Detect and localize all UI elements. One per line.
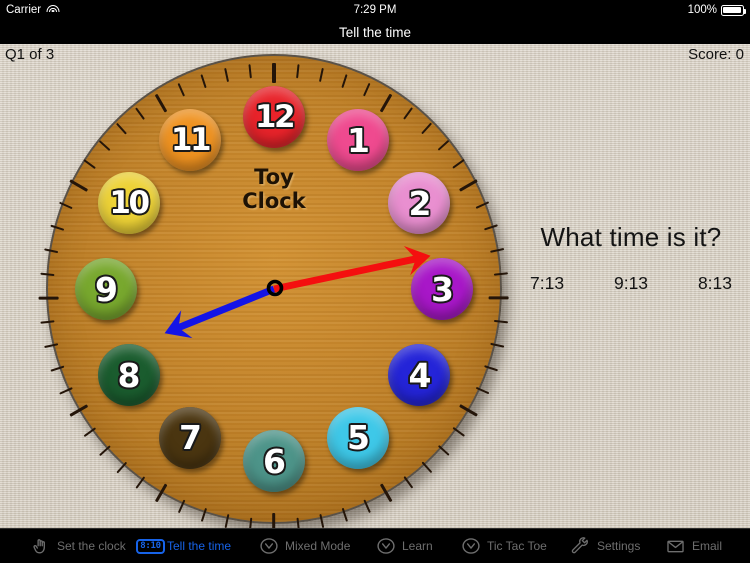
battery-percent-label: 100% bbox=[687, 4, 717, 16]
bottom-toolbar: Set the clock 8:10 Tell the time Mixed Mode… bbox=[0, 528, 750, 563]
hour-hand[interactable] bbox=[164, 285, 276, 339]
nav-bar: Tell the time bbox=[0, 20, 750, 44]
score-label: Score: 0 bbox=[688, 46, 744, 63]
clock-hands[interactable] bbox=[46, 54, 502, 524]
toolbar-item-label: Tell the time bbox=[167, 539, 232, 553]
hand-pointer-icon bbox=[30, 536, 51, 557]
toolbar-item-set-the-clock[interactable]: Set the clock bbox=[30, 536, 126, 557]
toolbar-item-learn[interactable]: Learn bbox=[375, 536, 433, 557]
question-panel: What time is it? 7:13 9:13 8:13 bbox=[512, 222, 750, 294]
digital-clock-badge-icon: 8:10 bbox=[136, 536, 165, 557]
toolbar-item-email[interactable]: Email bbox=[665, 536, 722, 557]
minute-hand[interactable] bbox=[273, 246, 431, 293]
answer-options: 7:13 9:13 8:13 bbox=[512, 273, 750, 294]
toy-clock[interactable]: 12 1 2 3 4 5 6 7 8 9 10 11 Toy Clock bbox=[39, 54, 509, 533]
toolbar-item-label: Tic Tac Toe bbox=[487, 539, 547, 553]
toolbar-item-settings[interactable]: Settings bbox=[570, 536, 640, 557]
question-prompt: What time is it? bbox=[540, 222, 722, 252]
toolbar-item-label: Mixed Mode bbox=[285, 539, 351, 553]
clock-face-icon bbox=[258, 536, 279, 557]
digital-clock-badge-icon: 8:10 bbox=[136, 538, 165, 554]
status-bar-clock: 7:29 PM bbox=[353, 4, 397, 16]
answer-option-2[interactable]: 9:13 bbox=[614, 273, 648, 294]
clock-face-icon bbox=[375, 536, 396, 557]
answer-option-1[interactable]: 7:13 bbox=[530, 273, 564, 294]
toolbar-item-tell-the-time[interactable]: 8:10 Tell the time bbox=[136, 536, 232, 557]
toolbar-item-label: Email bbox=[692, 539, 723, 553]
status-bar-right: 100% bbox=[687, 4, 747, 16]
toolbar-item-label: Set the clock bbox=[57, 539, 126, 553]
toolbar-item-tic-tac-toe[interactable]: Tic Tac Toe bbox=[460, 536, 547, 557]
clock-hands-svg bbox=[164, 246, 431, 339]
battery-full-icon bbox=[721, 4, 747, 16]
clock-face-icon bbox=[460, 536, 481, 557]
toolbar-item-mixed-mode[interactable]: Mixed Mode bbox=[258, 536, 350, 557]
status-bar: Carrier 7:29 PM 100% bbox=[0, 0, 750, 20]
toolbar-item-label: Learn bbox=[402, 539, 433, 553]
wrench-icon bbox=[570, 536, 591, 557]
envelope-icon bbox=[665, 536, 686, 557]
app-screen: Carrier 7:29 PM 100% Tell the time Q1 of… bbox=[0, 0, 750, 563]
hand-hour-g-shaft bbox=[176, 285, 276, 332]
page-title: Tell the time bbox=[338, 24, 412, 40]
hand-minute-g-shaft bbox=[273, 255, 418, 293]
toolbar-item-label: Settings bbox=[597, 539, 641, 553]
answer-option-3[interactable]: 8:13 bbox=[698, 273, 732, 294]
